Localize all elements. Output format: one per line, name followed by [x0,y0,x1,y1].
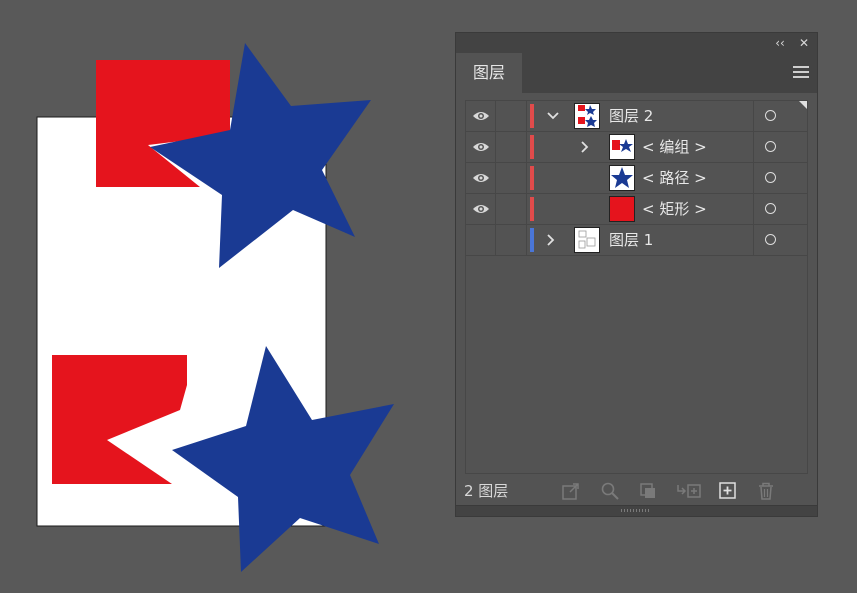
layer-count: 2 图层 [464,482,509,500]
layers-panel: ‹‹ ✕ 图层 图层 2 < 编组 > < 路径 > < 矩形 > 图层 1 2… [455,32,818,517]
target-circle-icon[interactable] [765,203,776,214]
chevron-right-icon[interactable] [544,233,558,247]
eye-icon [473,174,489,182]
eye-icon [473,143,489,151]
layer-thumbnail [574,103,600,129]
layer-name[interactable]: 图层 1 [609,225,653,255]
hamburger-menu-icon[interactable] [793,66,809,80]
tab-layers[interactable]: 图层 [456,53,522,93]
visibility-toggle[interactable] [466,101,496,131]
layer-thumbnail [574,227,600,253]
locate-object-icon[interactable] [600,481,620,501]
visibility-toggle[interactable] [466,132,496,162]
layer-row-layer2[interactable]: 图层 2 [466,101,807,132]
target-circle-icon[interactable] [765,234,776,245]
target-circle-icon[interactable] [765,172,776,183]
close-panel-button[interactable]: ✕ [795,34,813,52]
layer-name[interactable]: < 编组 > [642,132,707,162]
new-layer-icon[interactable] [718,481,738,501]
collapse-panel-button[interactable]: ‹‹ [771,34,789,52]
layers-list: 图层 2 < 编组 > < 路径 > < 矩形 > 图层 1 [465,100,808,474]
layer-color-bar [530,104,534,128]
delete-icon[interactable] [756,481,776,501]
visibility-toggle[interactable] [466,163,496,193]
lock-toggle[interactable] [496,225,527,255]
eye-icon [473,205,489,213]
layer-color-bar [530,166,534,190]
selection-corner-icon [799,101,807,109]
chevron-down-icon[interactable] [546,109,560,123]
panel-title-bar[interactable]: ‹‹ ✕ [456,33,817,53]
lock-toggle[interactable] [496,101,527,131]
path-thumbnail [609,165,635,191]
layer-name[interactable]: < 矩形 > [642,194,707,224]
layer-name[interactable]: < 路径 > [642,163,707,193]
lock-toggle[interactable] [496,132,527,162]
layer-color-bar [530,197,534,221]
target-circle-icon[interactable] [765,110,776,121]
panel-resize-grip[interactable] [456,505,817,516]
visibility-toggle[interactable] [466,225,496,255]
panel-footer: 2 图层 [456,474,817,506]
layer-color-bar [530,228,534,252]
layer-row-path[interactable]: < 路径 > [466,163,807,194]
panel-tab-row: 图层 [456,53,817,93]
target-circle-icon[interactable] [765,141,776,152]
create-sublayer-icon[interactable] [676,481,702,501]
layer-row-rectangle[interactable]: < 矩形 > [466,194,807,225]
lock-toggle[interactable] [496,194,527,224]
visibility-toggle[interactable] [466,194,496,224]
layer-row-layer1[interactable]: 图层 1 [466,225,807,256]
export-icon[interactable] [561,481,581,501]
layer-color-bar [530,135,534,159]
eye-icon [473,112,489,120]
lock-toggle[interactable] [496,163,527,193]
chevron-right-icon[interactable] [578,140,592,154]
group-thumbnail [609,134,635,160]
rectangle-thumbnail [609,196,635,222]
layer-name[interactable]: 图层 2 [609,101,653,131]
layer-row-group[interactable]: < 编组 > [466,132,807,163]
make-clipping-mask-icon[interactable] [638,481,658,501]
